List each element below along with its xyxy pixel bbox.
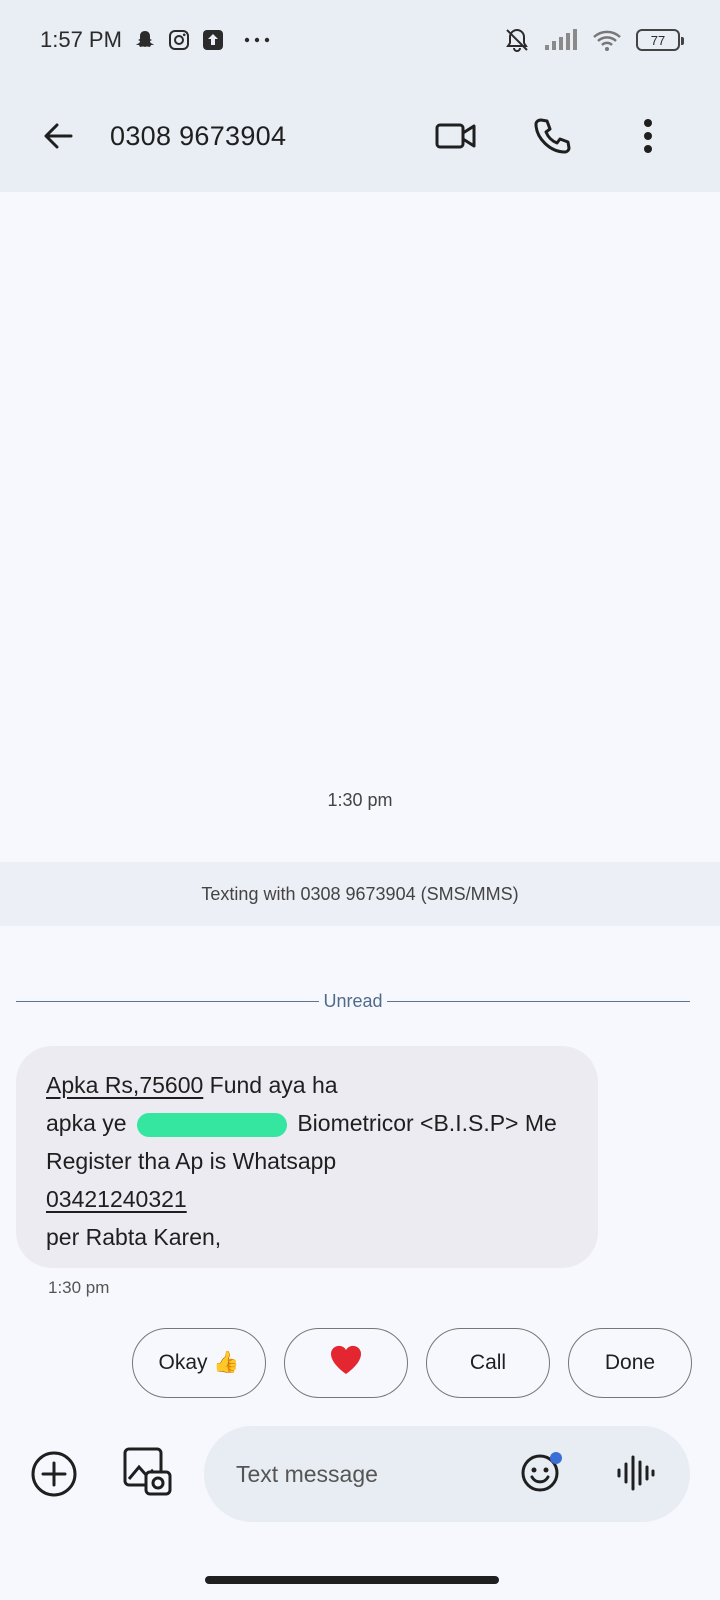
unread-label: Unread [323, 990, 383, 1011]
voice-input-icon[interactable] [614, 1452, 656, 1494]
thumbs-up-icon: 👍 [213, 1351, 240, 1374]
phone-number-link[interactable]: 03421240321 [46, 1186, 187, 1212]
smart-reply-heart[interactable] [284, 1328, 408, 1398]
more-vert-icon[interactable] [600, 108, 696, 164]
upload-icon [202, 29, 224, 51]
home-indicator[interactable] [205, 1576, 499, 1584]
status-time: 1:57 PM [40, 27, 122, 52]
message-text-1: Fund aya ha [203, 1072, 338, 1098]
message-line-5: per Rabta Karen, [46, 1224, 222, 1250]
message-text-2a: apka ye [46, 1110, 133, 1136]
arrow-back-icon[interactable] [34, 112, 82, 160]
instagram-icon [168, 29, 190, 51]
message-line-2: apka ye Biometricor <B.I.S.P> Me [46, 1104, 568, 1142]
video-call-icon[interactable] [408, 108, 504, 164]
contact-title: 0308 9673904 [110, 120, 287, 151]
text-message-placeholder: Text message [236, 1460, 378, 1487]
incoming-message-bubble[interactable]: Apka Rs,75600 Fund aya ha apka ye Biomet… [16, 1046, 598, 1268]
battery-icon: 77 [636, 29, 684, 51]
status-bar: 1:57 PM 77 [0, 0, 720, 80]
smart-reply-okay[interactable]: Okay 👍 [132, 1328, 266, 1398]
snapchat-icon [134, 29, 156, 51]
battery-level: 77 [650, 32, 666, 48]
gallery-icon[interactable] [122, 1446, 174, 1498]
smart-reply-chips: Okay 👍 Call Done [132, 1328, 692, 1398]
more-icon [244, 36, 270, 44]
smart-reply-call[interactable]: Call [426, 1328, 550, 1398]
conversation-app-bar: 0308 9673904 [0, 80, 720, 192]
message-text-2b: Biometricor <B.I.S.P> Me [290, 1110, 557, 1136]
message-line-4: 03421240321 [46, 1180, 568, 1218]
emoji-icon[interactable] [520, 1450, 564, 1494]
divider-line-left [16, 1000, 320, 1002]
add-attachment-icon[interactable] [30, 1450, 78, 1498]
signal-icon [544, 29, 578, 51]
bell-off-icon [504, 27, 530, 53]
smart-reply-okay-label: Okay [158, 1351, 208, 1374]
phone-icon[interactable] [504, 108, 600, 164]
message-line-3: Register tha Ap is Whatsapp [46, 1148, 337, 1174]
unread-divider: Unread [16, 990, 691, 1012]
texting-banner: Texting with 0308 9673904 (SMS/MMS) [0, 862, 720, 926]
heart-icon [328, 1344, 364, 1382]
redacted-number [136, 1112, 287, 1137]
message-timestamp: 1:30 pm [48, 1278, 110, 1297]
composer-bar: Text message [0, 1426, 720, 1522]
divider-line-right [386, 1000, 691, 1002]
wifi-icon [592, 29, 622, 51]
message-line-1: Apka Rs,75600 Fund aya ha [46, 1066, 568, 1104]
amount-link[interactable]: Apka Rs,75600 [46, 1072, 203, 1098]
smart-reply-done[interactable]: Done [568, 1328, 692, 1398]
top-timestamp: 1:30 pm [327, 790, 393, 810]
